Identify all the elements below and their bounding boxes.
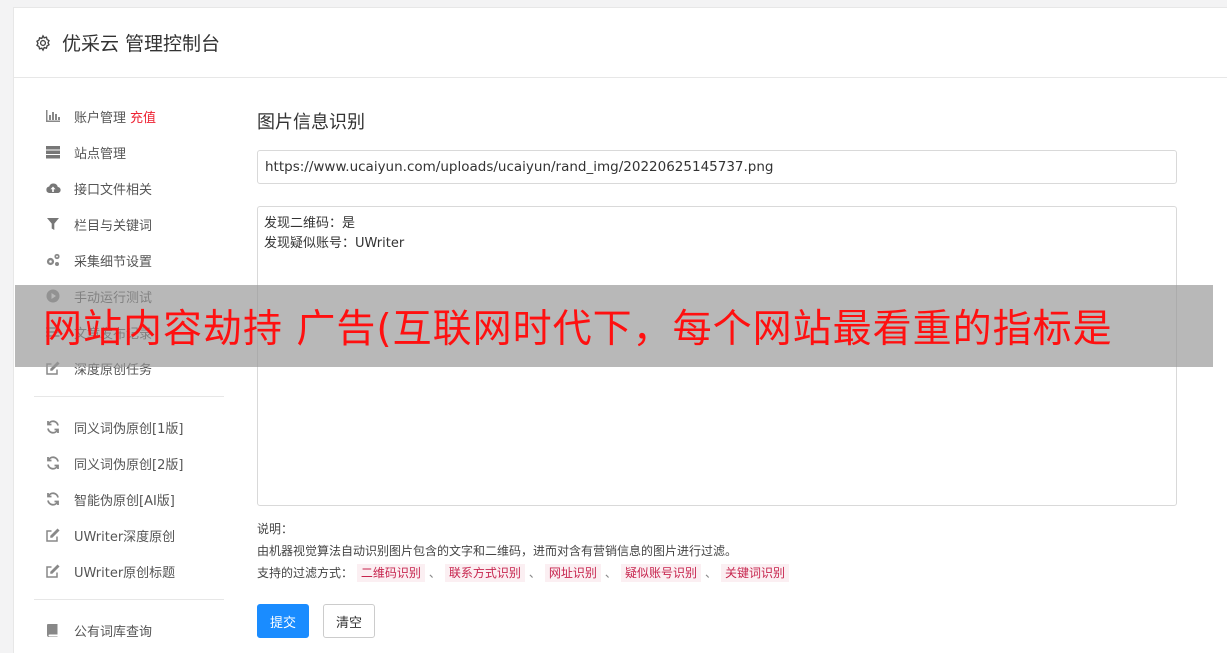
overlay-text: 网站内容劫持 广告(互联网时代下，每个网站最看重的指标是 (43, 307, 1113, 352)
sidebar-item-label: 智能伪原创[AI版] (74, 493, 175, 509)
sidebar-item-label: 采集细节设置 (74, 254, 153, 270)
gear-icon (34, 33, 52, 52)
filter-tag: 关键词识别 (720, 564, 789, 582)
sidebar-item-group1-3[interactable]: 栏目与关键词 (34, 206, 224, 242)
main-panel: 图片信息识别 发现二维码：是 发现疑似账号：UWriter 说明： 由机器视觉算… (257, 108, 1177, 638)
page-title: 优采云 管理控制台 (62, 33, 221, 55)
sidebar-item-group3-0[interactable]: 公有词库查询 (34, 612, 224, 648)
filter-icon (44, 216, 62, 232)
sidebar-item-label: UWriter原创标题 (74, 565, 176, 581)
sidebar-item-group1-4[interactable]: 采集细节设置 (34, 242, 224, 278)
filter-tag: 联系方式识别 (444, 564, 525, 582)
sidebar-item-label: 公有词库查询 (74, 624, 153, 640)
page-header: 优采云 管理控制台 (14, 8, 1227, 78)
edit-icon (44, 563, 62, 579)
sidebar-item-group1-2[interactable]: 接口文件相关 (34, 170, 224, 206)
refresh-icon (44, 491, 62, 507)
filter-tag: 疑似账号识别 (620, 564, 701, 582)
filter-label: 支持的过滤方式： (257, 566, 354, 580)
sidebar-item-label: 栏目与关键词 (74, 218, 153, 234)
sidebar-item-group1-0[interactable]: 账户管理 充值 (34, 98, 224, 134)
filter-separator: 、 (428, 566, 441, 580)
server-icon (44, 144, 62, 160)
sidebar-item-group2-0[interactable]: 同义词伪原创[1版] (34, 409, 224, 445)
refresh-icon (44, 419, 62, 435)
notes-description: 由机器视觉算法自动识别图片包含的文字和二维码，进而对含有营销信息的图片进行过滤。 (257, 544, 738, 558)
result-line: 发现疑似账号：UWriter (264, 236, 405, 251)
recharge-link[interactable]: 充值 (130, 107, 156, 126)
overlay-banner: 网站内容劫持 广告(互联网时代下，每个网站最看重的指标是 (15, 285, 1213, 367)
sidebar-item-group2-4[interactable]: UWriter原创标题 (34, 553, 224, 589)
sidebar-item-label: 同义词伪原创[2版] (74, 457, 184, 473)
refresh-icon (44, 455, 62, 471)
sidebar-item-label: UWriter深度原创 (74, 529, 176, 545)
bar-chart-icon (44, 108, 62, 124)
sidebar-divider (34, 599, 224, 600)
sidebar-item-group2-1[interactable]: 同义词伪原创[2版] (34, 445, 224, 481)
filter-tag: 二维码识别 (356, 564, 425, 582)
filter-separator: 、 (528, 566, 541, 580)
sidebar: 账户管理充值站点管理接口文件相关栏目与关键词采集细节设置手动运行测试文章发布记录… (34, 98, 224, 648)
filter-methods: 支持的过滤方式： 二维码识别、联系方式识别、网址识别、疑似账号识别、关键词识别 (257, 562, 1177, 584)
filter-separator: 、 (704, 566, 717, 580)
result-line: 发现二维码：是 (264, 216, 356, 231)
filter-tag: 网址识别 (544, 564, 601, 582)
gears-icon (44, 252, 62, 268)
sidebar-item-label: 站点管理 (74, 146, 127, 162)
sidebar-item-group2-3[interactable]: UWriter深度原创 (34, 517, 224, 553)
sidebar-item-label: 同义词伪原创[1版] (74, 421, 184, 437)
filter-separator: 、 (604, 566, 617, 580)
action-buttons: 提交 清空 (257, 604, 1177, 638)
sidebar-item-label: 接口文件相关 (74, 182, 153, 198)
notes-title: 说明： (257, 522, 294, 536)
sidebar-item-group2-2[interactable]: 智能伪原创[AI版] (34, 481, 224, 517)
book-icon (44, 622, 62, 638)
sidebar-divider (34, 396, 224, 397)
sidebar-item-label: 账户管理 (74, 110, 127, 126)
image-url-input[interactable] (257, 150, 1177, 184)
clear-button[interactable]: 清空 (323, 604, 376, 638)
submit-button[interactable]: 提交 (257, 604, 310, 638)
notes: 说明： 由机器视觉算法自动识别图片包含的文字和二维码，进而对含有营销信息的图片进… (257, 518, 1177, 584)
edit-icon (44, 527, 62, 543)
sidebar-item-group1-1[interactable]: 站点管理 (34, 134, 224, 170)
cloud-upload-icon (44, 180, 62, 196)
section-title: 图片信息识别 (257, 112, 365, 133)
